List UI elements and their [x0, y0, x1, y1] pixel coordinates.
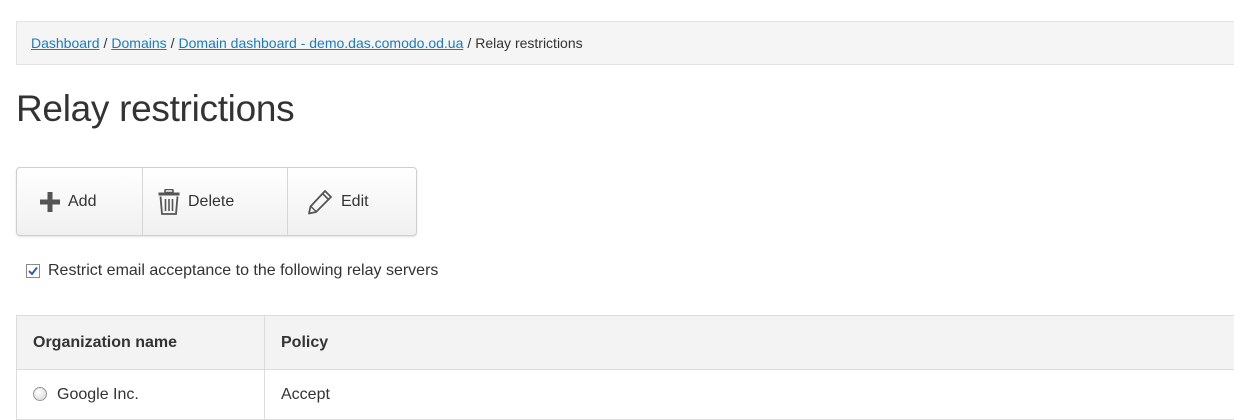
breadcrumb-link-dashboard[interactable]: Dashboard — [31, 35, 100, 51]
table-row[interactable]: Google Inc. Accept — [16, 369, 1234, 420]
column-header-policy: Policy — [264, 315, 1234, 370]
edit-button-label: Edit — [341, 192, 369, 210]
checkmark-icon — [28, 266, 38, 276]
trash-icon — [158, 188, 180, 215]
organization-name: Google Inc. — [57, 385, 139, 403]
table-header-row: Organization name Policy — [16, 315, 1234, 370]
relay-restrictions-table: Organization name Policy Google Inc. Acc… — [16, 315, 1234, 420]
policy-cell: Accept — [264, 369, 1234, 420]
edit-button[interactable]: Edit — [288, 168, 416, 235]
restrict-relay-option: Restrict email acceptance to the followi… — [26, 262, 438, 280]
breadcrumb-current: Relay restrictions — [475, 35, 583, 51]
restrict-relay-label: Restrict email acceptance to the followi… — [48, 262, 439, 279]
breadcrumb-link-domain-dashboard[interactable]: Domain dashboard - demo.das.comodo.od.ua — [179, 35, 464, 51]
breadcrumb-link-domains[interactable]: Domains — [111, 35, 166, 51]
restrict-relay-checkbox[interactable] — [26, 264, 40, 278]
column-header-organization: Organization name — [16, 315, 265, 370]
page-title: Relay restrictions — [16, 88, 295, 129]
plus-icon — [40, 191, 60, 212]
row-select-radio[interactable] — [33, 386, 47, 401]
delete-button-label: Delete — [188, 192, 235, 210]
toolbar: Add Delete Edit — [16, 167, 417, 236]
add-button[interactable]: Add — [17, 168, 143, 235]
delete-button[interactable]: Delete — [143, 168, 288, 235]
breadcrumb-separator: / — [467, 35, 472, 51]
breadcrumb: Dashboard / Domains / Domain dashboard -… — [16, 21, 1234, 65]
organization-cell: Google Inc. — [16, 369, 265, 420]
add-button-label: Add — [68, 192, 97, 210]
breadcrumb-separator: / — [170, 35, 175, 51]
pencil-icon — [307, 189, 333, 215]
breadcrumb-separator: / — [103, 35, 108, 51]
